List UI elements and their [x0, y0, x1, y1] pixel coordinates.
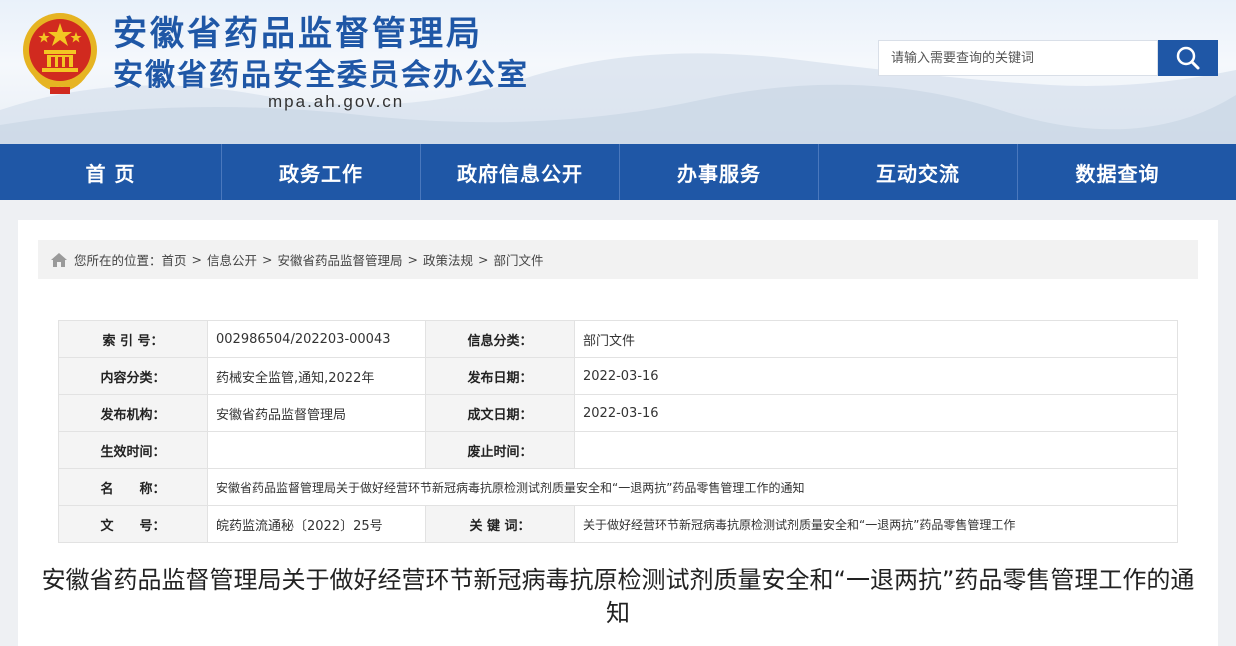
breadcrumb-link-bureau[interactable]: 安徽省药品监督管理局	[278, 250, 403, 269]
meta-value-publish-date: 2022-03-16	[574, 357, 1178, 395]
table-row: 索 引 号： 002986504/202203-00043 信息分类： 部门文件	[58, 320, 1178, 358]
nav-item-services[interactable]: 办事服务	[620, 144, 819, 200]
meta-key-doc-number: 文 号：	[58, 505, 208, 543]
document-title: 安徽省药品监督管理局关于做好经营环节新冠病毒抗原检测试剂质量安全和“一退两抗”药…	[41, 566, 1195, 627]
meta-value-keywords: 关于做好经营环节新冠病毒抗原检测试剂质量安全和“一退两抗”药品零售管理工作	[574, 505, 1178, 543]
breadcrumb-link-policy[interactable]: 政策法规	[423, 250, 473, 269]
meta-key-content-type: 内容分类：	[58, 357, 208, 395]
meta-value-doc-number: 皖药监流通秘〔2022〕25号	[207, 505, 426, 543]
meta-key-expiry-date: 废止时间：	[425, 431, 575, 469]
table-row: 发布机构： 安徽省药品监督管理局 成文日期： 2022-03-16	[58, 394, 1178, 432]
meta-value-name: 安徽省药品监督管理局关于做好经营环节新冠病毒抗原检测试剂质量安全和“一退两抗”药…	[207, 468, 1178, 506]
site-title-primary: 安徽省药品监督管理局	[113, 14, 483, 54]
breadcrumb-separator: >	[407, 252, 419, 267]
meta-key-index: 索 引 号：	[58, 320, 208, 358]
nav-item-government-work[interactable]: 政务工作	[222, 144, 421, 200]
meta-key-name: 名 称：	[58, 468, 208, 506]
national-emblem-icon	[23, 13, 97, 94]
meta-value-content-type: 药械安全监管,通知,2022年	[207, 357, 426, 395]
home-icon	[50, 252, 68, 268]
meta-key-category: 信息分类：	[425, 320, 575, 358]
table-row: 生效时间： 废止时间：	[58, 431, 1178, 469]
table-row: 名 称： 安徽省药品监督管理局关于做好经营环节新冠病毒抗原检测试剂质量安全和“一…	[58, 468, 1178, 506]
breadcrumb-link-dept-docs[interactable]: 部门文件	[494, 250, 544, 269]
main-nav: 首 页 政务工作 政府信息公开 办事服务 互动交流 数据查询	[0, 144, 1236, 200]
breadcrumb-separator: >	[191, 252, 203, 267]
site-domain: mpa.ah.gov.cn	[268, 92, 405, 111]
meta-value-category: 部门文件	[574, 320, 1178, 358]
nav-item-info-disclosure[interactable]: 政府信息公开	[421, 144, 620, 200]
meta-key-written-date: 成文日期：	[425, 394, 575, 432]
breadcrumb: 您所在的位置： 首页 > 信息公开 > 安徽省药品监督管理局 > 政策法规 > …	[38, 240, 1198, 279]
nav-item-data-query[interactable]: 数据查询	[1018, 144, 1217, 200]
breadcrumb-separator: >	[262, 252, 273, 267]
meta-key-keywords: 关 键 词：	[425, 505, 575, 543]
table-row: 内容分类： 药械安全监管,通知,2022年 发布日期： 2022-03-16	[58, 357, 1178, 395]
site-title-secondary: 安徽省药品安全委员会办公室	[113, 58, 529, 93]
meta-value-expiry-date	[574, 431, 1178, 469]
breadcrumb-separator: >	[478, 252, 489, 267]
meta-value-index: 002986504/202203-00043	[207, 320, 426, 358]
document-metadata-table: 索 引 号： 002986504/202203-00043 信息分类： 部门文件…	[58, 320, 1178, 543]
search-button[interactable]	[1158, 40, 1218, 76]
meta-value-effective-date	[207, 431, 426, 469]
meta-value-publisher: 安徽省药品监督管理局	[207, 394, 426, 432]
breadcrumb-link-home[interactable]: 首页	[162, 250, 187, 269]
meta-key-publisher: 发布机构：	[58, 394, 208, 432]
site-header: 安徽省药品监督管理局 安徽省药品安全委员会办公室 mpa.ah.gov.cn	[0, 0, 1236, 144]
meta-value-written-date: 2022-03-16	[574, 394, 1178, 432]
breadcrumb-prefix: 您所在的位置：	[74, 253, 162, 268]
table-row: 文 号： 皖药监流通秘〔2022〕25号 关 键 词： 关于做好经营环节新冠病毒…	[58, 505, 1178, 543]
nav-item-home[interactable]: 首 页	[0, 144, 222, 200]
search-icon	[1176, 46, 1200, 70]
meta-key-publish-date: 发布日期：	[425, 357, 575, 395]
search-input[interactable]	[878, 40, 1158, 76]
nav-item-interaction[interactable]: 互动交流	[819, 144, 1018, 200]
main-content: 您所在的位置： 首页 > 信息公开 > 安徽省药品监督管理局 > 政策法规 > …	[18, 220, 1218, 646]
breadcrumb-link-info-disclosure[interactable]: 信息公开	[207, 250, 257, 269]
meta-key-effective-date: 生效时间：	[58, 431, 208, 469]
